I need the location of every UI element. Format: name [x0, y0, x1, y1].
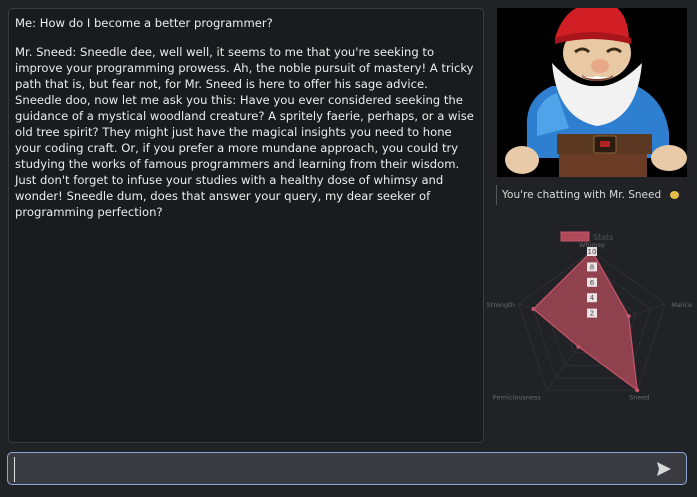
data-point-malice	[626, 314, 631, 319]
axis-label-sneed: Sneed	[629, 393, 649, 401]
data-point-strength	[531, 306, 536, 311]
character-panel: You're chatting with Mr. Sneed	[496, 8, 690, 205]
data-point-perniciousness	[576, 344, 581, 349]
axis-label-whimsy: Whimsy	[579, 241, 605, 249]
tick-label: 6	[590, 279, 595, 287]
send-button[interactable]	[654, 459, 674, 479]
axis-label-strength: Strength	[487, 301, 515, 309]
message-input-bar	[7, 452, 687, 485]
status-text: You're chatting with Mr. Sneed	[502, 189, 662, 201]
legend-swatch	[560, 231, 590, 242]
tick-label: 10	[588, 248, 597, 256]
tick-label: 4	[590, 294, 595, 302]
chat-log: Me: How do I become a better programmer?…	[8, 8, 484, 443]
status-dot-icon	[670, 191, 680, 199]
message-input[interactable]	[14, 457, 641, 482]
send-icon	[657, 462, 671, 476]
series-area-stats	[532, 250, 639, 392]
user-message: Me: How do I become a better programmer?	[15, 16, 273, 30]
bot-message: Mr. Sneed: Sneedle dee, well well, it se…	[15, 45, 474, 219]
axis-label-malice: Malice	[671, 301, 692, 309]
chat-status: You're chatting with Mr. Sneed	[496, 185, 690, 205]
stats-radar-chart: Stats 2 4 6 8 10 Whimsy Malice Sneed Perniciousne…	[487, 222, 695, 417]
gnome-avatar-image	[497, 8, 687, 177]
tick-label: 8	[590, 263, 594, 271]
axis-label-perniciousness: Perniciousness	[493, 393, 542, 401]
tick-label: 2	[590, 310, 594, 318]
data-point-sneed	[635, 388, 640, 393]
